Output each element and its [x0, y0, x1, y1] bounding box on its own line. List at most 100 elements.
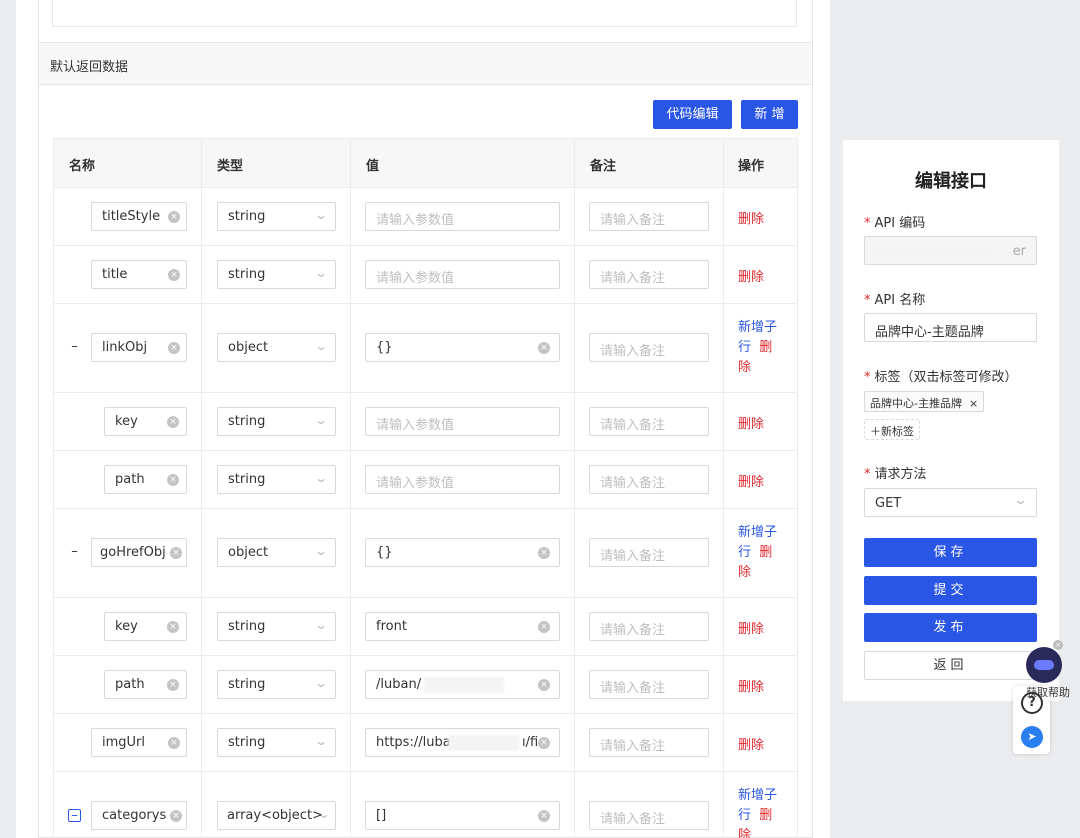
delete-button[interactable]: 删: [759, 340, 772, 355]
note-input[interactable]: 请输入备注: [589, 465, 709, 494]
delete-button[interactable]: 删除: [738, 413, 764, 432]
type-select[interactable]: string ⌄: [217, 612, 336, 641]
chevron-down-icon: ⌄: [313, 266, 329, 280]
save-button[interactable]: 保存: [864, 538, 1037, 567]
tag-chip[interactable]: 品牌中心-主推品牌 ×: [864, 391, 985, 412]
collapse-icon[interactable]: –: [68, 809, 81, 822]
clear-icon[interactable]: ×: [170, 810, 182, 822]
name-input[interactable]: categorys ×: [91, 801, 187, 830]
add-child-button[interactable]: 新增子: [738, 788, 777, 803]
value-input[interactable]: {} ×: [365, 538, 560, 567]
method-select[interactable]: GET ⌄: [864, 488, 1037, 517]
chevron-down-icon: ⌄: [1012, 493, 1029, 508]
clear-icon[interactable]: ×: [167, 621, 179, 633]
type-select[interactable]: string ⌄: [217, 670, 336, 699]
clear-icon[interactable]: ×: [538, 679, 550, 691]
name-input[interactable]: key ×: [104, 407, 187, 436]
name-input[interactable]: title ×: [91, 260, 187, 289]
api-name-label: * API 名称: [864, 293, 926, 308]
submit-button[interactable]: 提交: [864, 576, 1037, 605]
chevron-down-icon: ⌄: [313, 413, 329, 427]
type-select[interactable]: string ⌄: [217, 465, 336, 494]
value-input[interactable]: [] ×: [365, 801, 560, 830]
delete-button[interactable]: 删: [759, 808, 772, 823]
clear-icon[interactable]: ×: [538, 737, 550, 749]
type-select[interactable]: string ⌄: [217, 202, 336, 231]
clear-icon[interactable]: ×: [167, 416, 179, 428]
value-input[interactable]: /luban/×: [365, 670, 560, 699]
name-input[interactable]: key ×: [104, 612, 187, 641]
clear-icon[interactable]: ×: [167, 679, 179, 691]
name-input[interactable]: imgUrl ×: [91, 728, 187, 757]
help-bot-icon[interactable]: [1026, 647, 1062, 683]
name-input[interactable]: goHrefObj ×: [91, 538, 187, 567]
clear-icon[interactable]: ×: [538, 810, 550, 822]
clear-icon[interactable]: ×: [538, 621, 550, 633]
note-input[interactable]: 请输入备注: [589, 538, 709, 567]
publish-button[interactable]: 发布: [864, 613, 1037, 642]
note-input[interactable]: 请输入备注: [589, 333, 709, 362]
type-select[interactable]: object ⌄: [217, 538, 336, 567]
note-input[interactable]: 请输入备注: [589, 407, 709, 436]
value-input[interactable]: 请输入参数值: [365, 202, 560, 231]
close-icon[interactable]: ×: [969, 397, 978, 410]
value-input[interactable]: {} ×: [365, 333, 560, 362]
table-row: key × string ⌄ 请输入参数值 请输入备注 删除: [54, 393, 797, 451]
code-edit-button[interactable]: 代码编辑: [653, 100, 732, 129]
api-name-input[interactable]: 品牌中心-主题品牌: [864, 313, 1037, 342]
name-input[interactable]: linkObj ×: [91, 333, 187, 362]
table-row: title × string ⌄ 请输入参数值 请输入备注 删除: [54, 246, 797, 304]
chevron-down-icon: ⌄: [313, 208, 329, 222]
help-text[interactable]: 获取帮助: [1026, 684, 1070, 700]
type-select[interactable]: array<object> ⌄: [217, 801, 336, 830]
delete-button[interactable]: 删除: [738, 734, 764, 753]
delete-button[interactable]: 删除: [738, 676, 764, 695]
value-input[interactable]: 请输入参数值: [365, 260, 560, 289]
add-child-button[interactable]: 新增子: [738, 525, 777, 540]
type-select[interactable]: string ⌄: [217, 407, 336, 436]
add-child-button[interactable]: 新增子: [738, 320, 777, 335]
value-input[interactable]: front ×: [365, 612, 560, 641]
delete-button[interactable]: 删除: [738, 471, 764, 490]
delete-button[interactable]: 删: [759, 545, 772, 560]
col-note: 备注: [590, 159, 617, 174]
name-input[interactable]: titleStyle ×: [91, 202, 187, 231]
delete-button[interactable]: 删除: [738, 266, 764, 285]
clear-icon[interactable]: ×: [168, 211, 180, 223]
clear-icon[interactable]: ×: [167, 474, 179, 486]
value-input[interactable]: 请输入参数值: [365, 407, 560, 436]
note-input[interactable]: 请输入备注: [589, 728, 709, 757]
new-tag-button[interactable]: ＋新标签: [864, 419, 920, 440]
name-input[interactable]: path ×: [104, 465, 187, 494]
delete-button[interactable]: 删除: [738, 618, 764, 637]
name-input[interactable]: path ×: [104, 670, 187, 699]
row-actions: 新增子行 删除: [738, 788, 778, 838]
value-input[interactable]: 请输入参数值: [365, 465, 560, 494]
clear-icon[interactable]: ×: [170, 547, 182, 559]
type-select[interactable]: string ⌄: [217, 728, 336, 757]
clear-icon[interactable]: ×: [168, 737, 180, 749]
navigation-icon[interactable]: ➤: [1021, 726, 1043, 748]
note-input[interactable]: 请输入备注: [589, 612, 709, 641]
panel-title: 编辑接口: [915, 171, 987, 192]
close-icon[interactable]: ×: [1053, 640, 1063, 650]
type-select[interactable]: object ⌄: [217, 333, 336, 362]
type-select[interactable]: string ⌄: [217, 260, 336, 289]
value-input[interactable]: https://lubai ı/fi ×: [365, 728, 560, 757]
collapse-icon[interactable]: –: [68, 340, 81, 354]
table-header: 名称 类型 值 备注 操作: [54, 139, 797, 188]
api-code-field: er: [864, 236, 1037, 265]
table-row: – linkObj × object ⌄ {} × 请输入备注 新增子行 删除: [54, 304, 797, 393]
note-input[interactable]: 请输入备注: [589, 260, 709, 289]
clear-icon[interactable]: ×: [538, 547, 550, 559]
back-button[interactable]: 返回: [864, 651, 1037, 680]
clear-icon[interactable]: ×: [168, 342, 180, 354]
note-input[interactable]: 请输入备注: [589, 202, 709, 231]
note-input[interactable]: 请输入备注: [589, 801, 709, 830]
delete-button[interactable]: 删除: [738, 208, 764, 227]
collapse-icon[interactable]: –: [68, 545, 81, 559]
clear-icon[interactable]: ×: [538, 342, 550, 354]
add-new-button[interactable]: 新 增: [741, 100, 798, 129]
clear-icon[interactable]: ×: [168, 269, 180, 281]
note-input[interactable]: 请输入备注: [589, 670, 709, 699]
